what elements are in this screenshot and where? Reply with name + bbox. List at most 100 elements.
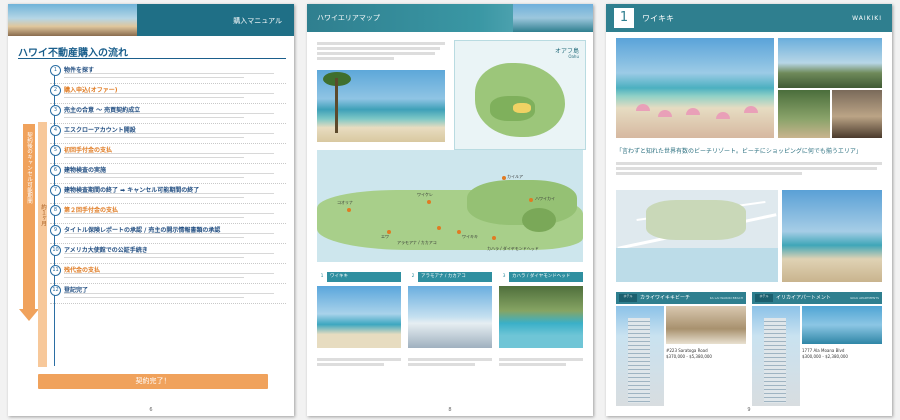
step-desc <box>64 257 244 258</box>
step-desc <box>64 77 244 78</box>
caption-kahala: 3 カハラ / ダイヤモンドヘッド <box>499 272 583 282</box>
marina-photo <box>802 306 882 344</box>
map-pin-icon <box>492 236 496 240</box>
step-number: 1 <box>50 65 61 76</box>
map-label: コオリナ <box>337 200 353 205</box>
area-title: ワイキキ <box>642 14 674 23</box>
map-pin-icon <box>437 226 441 230</box>
garden-photo <box>778 90 830 138</box>
hotel-tower-photo <box>616 306 664 406</box>
hotel-tag: ホテル <box>619 294 637 302</box>
area-title-en: WAIKIKI <box>852 15 882 22</box>
page-title: ハワイ不動産購入の流れ <box>18 48 128 59</box>
step-row: 11 残代金の支払 <box>50 264 286 284</box>
page-number: 6 <box>149 407 153 413</box>
step-desc <box>64 293 274 294</box>
highlight-area <box>513 103 531 113</box>
step-desc <box>64 233 274 234</box>
page-waikiki: 1 ワイキキ WAIKIKI 「言わずと知れた世界有数のビーチリゾート。ビーチに… <box>606 4 892 416</box>
hotel-name-en: KA LAI WAIKIKI BEACH <box>709 296 743 300</box>
hotel-name: カライワイキキビーチ <box>640 295 691 301</box>
umbrella-icon <box>636 104 650 111</box>
step-number: 7 <box>50 185 61 196</box>
step-number: 4 <box>50 125 61 136</box>
caption-text <box>408 356 492 368</box>
step-number: 8 <box>50 205 61 216</box>
hotel-tag: ホテル <box>755 294 773 302</box>
step-number: 2 <box>50 85 61 96</box>
caption-label: アラモアナ / カカアコ <box>421 274 466 279</box>
diamond-head-shape <box>522 208 556 232</box>
page-number: 9 <box>747 407 751 413</box>
island-subtitle: Oahu <box>568 54 579 59</box>
header-title: ハワイエリアマップ <box>317 14 380 22</box>
caption-text <box>317 356 401 368</box>
hotel-name: イリカイアパートメント <box>776 295 831 301</box>
hotel-price: $370,000 - $5,380,000 <box>666 354 712 359</box>
step-desc <box>64 93 274 94</box>
step-desc <box>64 277 244 278</box>
step-row: 8 第２回手付金の支払 <box>50 204 286 224</box>
area-map: カイルア ハワイカイ コオリナ ワイケレ ワイキキ アラモアナ / カカアコ カ… <box>317 150 583 262</box>
hotel-header: ホテル カライワイキキビーチ KA LAI WAIKIKI BEACH <box>616 292 746 304</box>
caption-waikiki: 1 ワイキキ <box>317 272 401 282</box>
waikiki-beach-photo <box>616 38 774 138</box>
duration-label: 約１ヶ月 <box>40 204 46 226</box>
map-label: ワイキキ <box>462 234 478 239</box>
contract-complete-banner: 契約完了！ <box>38 374 268 389</box>
step-desc <box>64 173 274 174</box>
step-desc <box>64 133 274 134</box>
step-desc <box>64 217 244 218</box>
step-desc <box>64 117 244 118</box>
step-number: 12 <box>50 285 61 296</box>
step-row: 1 物件を探す <box>50 64 286 84</box>
step-number: 6 <box>50 165 61 176</box>
park-area <box>646 200 746 240</box>
map-label: ワイケレ <box>417 192 433 197</box>
waikiki-map <box>616 190 778 282</box>
arrow-down-icon <box>19 309 39 321</box>
umbrella-icon <box>658 110 672 117</box>
step-desc <box>64 193 274 194</box>
hotel-info: 1777 Ala Moana Blvd $300,000 - $2,380,00… <box>802 348 848 360</box>
step-desc <box>64 237 244 238</box>
map-label: アラモアナ / カカアコ <box>397 240 437 245</box>
step-desc <box>64 73 274 74</box>
step-row: 7 建物検査期間の終了 ➡ キャンセル可能期間の終了 <box>50 184 286 204</box>
area-number: 1 <box>614 8 634 28</box>
intro-text <box>317 40 445 62</box>
header-title: 購入マニュアル <box>233 17 282 25</box>
palm-trunk <box>335 78 338 133</box>
step-number: 5 <box>50 145 61 156</box>
step-desc <box>64 273 274 274</box>
caption-label: ワイキキ <box>330 274 348 279</box>
step-row: 3 売主の合意 ～ 売買契約成立 <box>50 104 286 124</box>
map-label: エワ <box>381 234 389 239</box>
caption-number: 3 <box>499 272 509 282</box>
beach-sunset-photo <box>782 190 882 282</box>
steps-list: 1 物件を探す 2 購入申込(オファー) 3 売主の合意 ～ 売買契約成立 4 エスクローアカ… <box>50 64 286 304</box>
step-number: 3 <box>50 105 61 116</box>
hotel-name-en: ILIKAI APARTMENTS <box>849 296 879 300</box>
hotel-tower-photo <box>752 306 800 406</box>
step-desc <box>64 197 244 198</box>
map-pin-icon <box>347 208 351 212</box>
step-number: 9 <box>50 225 61 236</box>
page-purchase-manual: 購入マニュアル ハワイ不動産購入の流れ 契約後のキャンセル可能期間 約１ヶ月 1… <box>8 4 294 416</box>
umbrella-icon <box>744 106 758 113</box>
area-description <box>616 160 882 177</box>
umbrella-icon <box>686 108 700 115</box>
map-label: カイルア <box>507 174 523 179</box>
caption-text <box>499 356 583 368</box>
caption-number: 2 <box>408 272 418 282</box>
step-desc <box>64 157 244 158</box>
map-label: カハラ / ダイヤモンドヘッド <box>487 246 539 251</box>
step-row: 4 エスクローアカウント開設 <box>50 124 286 144</box>
step-desc <box>64 177 244 178</box>
step-desc <box>64 113 274 114</box>
map-pin-icon <box>427 200 431 204</box>
umbrella-icon <box>716 112 730 119</box>
caption-label: カハラ / ダイヤモンドヘッド <box>512 274 571 279</box>
cancel-period-label: 契約後のキャンセル可能期間 <box>26 132 32 204</box>
street-photo <box>778 38 882 88</box>
